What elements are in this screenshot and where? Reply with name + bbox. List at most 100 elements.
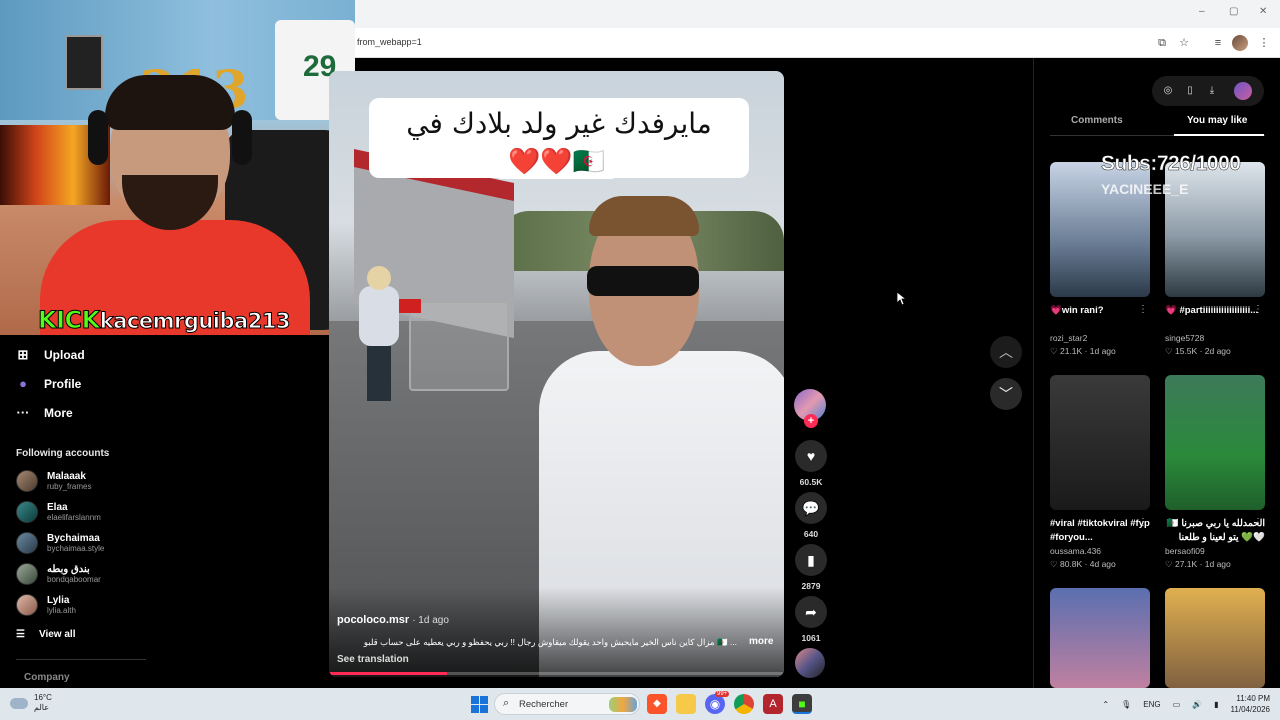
following-account[interactable]: Lylia lylia.alth (16, 594, 76, 616)
card-user[interactable]: bersaofi09 (1165, 546, 1265, 556)
chevron-up-icon[interactable]: ⌃ (1102, 700, 1109, 709)
install-app-icon[interactable]: ⧉ (1154, 35, 1170, 51)
minimize-button[interactable]: – (1199, 6, 1205, 17)
video-thumbnail[interactable] (1050, 375, 1150, 510)
browser-titlebar: – ▢ ✕ (355, 0, 1280, 28)
start-button[interactable] (469, 694, 489, 714)
like-action[interactable]: ♥ 60.5K (794, 440, 828, 487)
sidebar-item-more[interactable]: ··· More (16, 405, 73, 420)
network-icon[interactable]: ▭ (1173, 700, 1181, 709)
chrome-icon[interactable] (734, 694, 754, 714)
following-account[interactable]: Bychaimaa bychaimaa.style (16, 532, 104, 554)
weather-widget[interactable]: 16°C عالم (10, 693, 52, 713)
maximize-button[interactable]: ▢ (1229, 6, 1238, 17)
video-progress-bar[interactable] (329, 672, 784, 675)
adobe-icon[interactable]: A (763, 694, 783, 714)
comment-icon[interactable]: 💬 (795, 492, 827, 524)
kick-app-icon[interactable]: ■ (792, 694, 812, 714)
more-button[interactable]: more (749, 636, 773, 647)
volume-icon[interactable]: 🔊 (1192, 700, 1202, 709)
divider (16, 659, 146, 660)
video-thumbnail[interactable] (1165, 588, 1265, 688)
following-account[interactable]: Elaa elaelifarslannm (16, 501, 101, 523)
video-player[interactable]: مايرفدك غير ولد بلادك في غربتك ❤️❤️🇩🇿 po… (329, 71, 784, 677)
previous-video-button[interactable]: ︿ (990, 336, 1022, 368)
share-action[interactable]: ➦ 1061 (794, 596, 828, 643)
card-meta: ♡ 21.1K · 1d ago (1050, 346, 1116, 356)
kick-username: kacemrguiba213 (99, 309, 291, 334)
brave-browser-icon[interactable]: ◆ (647, 694, 667, 714)
active-tab-indicator (1174, 134, 1264, 136)
card-meta: ♡ 27.1K · 1d ago (1165, 559, 1231, 569)
following-account[interactable]: Malaaak ruby_frames (16, 470, 91, 492)
browser-profile-avatar[interactable] (1232, 35, 1248, 51)
following-account[interactable]: بندق وبطه bondqaboomar (16, 563, 101, 585)
video-thumbnail[interactable] (1165, 375, 1265, 510)
recommended-video-card[interactable]: الحمدلله يا ربي صبرنا 🇩🇿 🤍💚 يتو لعينا و … (1165, 375, 1265, 570)
cloud-icon (10, 697, 28, 709)
weather-desc: عالم (34, 703, 49, 712)
device-icon[interactable]: ▯ (1182, 83, 1198, 99)
weather-temp: 16°C (34, 693, 52, 702)
account-handle: elaelifarslannm (47, 512, 101, 522)
file-explorer-icon[interactable] (676, 694, 696, 714)
close-window-button[interactable]: ✕ (1259, 6, 1267, 17)
card-meta: ♡ 15.5K · 2d ago (1165, 346, 1231, 356)
sidebar-item-upload[interactable]: ⊞ Upload (16, 347, 85, 363)
sidebar-item-profile[interactable]: ● Profile (16, 376, 81, 391)
company-link[interactable]: Company (24, 672, 70, 683)
card-user[interactable]: rozi_star2 (1050, 333, 1150, 343)
video-thumbnail[interactable] (1050, 588, 1150, 688)
card-options-icon[interactable]: ⋮ (1138, 304, 1148, 315)
card-options-icon[interactable]: ⋮ (1253, 304, 1263, 315)
see-translation-button[interactable]: See translation (337, 654, 409, 665)
video-woman (359, 266, 399, 406)
language-indicator[interactable]: ENG (1143, 700, 1160, 709)
system-tray: ⌃ 🎙 ENG ▭ 🔊 ▮ 11:40 PM 11/04/2026 (1102, 688, 1270, 720)
battery-icon[interactable]: ▮ (1214, 700, 1218, 709)
view-all-button[interactable]: ☰ View all (16, 629, 75, 640)
tab-you-may-like[interactable]: You may like (1187, 115, 1247, 126)
account-name: Malaaak (47, 470, 86, 482)
address-bar[interactable]: from_webapp=1 ⧉ ☆ ≡ ⋮ (355, 28, 1280, 58)
tab-comments[interactable]: Comments (1071, 115, 1123, 126)
url-text[interactable]: from_webapp=1 (357, 37, 422, 47)
account-handle: bondqaboomar (47, 574, 101, 584)
browser-menu-icon[interactable]: ⋮ (1256, 35, 1272, 51)
taskbar-search[interactable]: ⌕ Rechercher (494, 693, 640, 715)
bookmark-star-icon[interactable]: ☆ (1176, 35, 1192, 51)
recommended-video-card[interactable]: #viral #tiktokviral #fyp #foryou... ouss… (1050, 375, 1150, 570)
card-options-icon[interactable]: ⋮ (1253, 517, 1263, 528)
card-options-icon[interactable]: ⋮ (1138, 517, 1148, 528)
chevron-up-icon: ︿ (999, 344, 1013, 360)
recommended-video-card[interactable] (1050, 588, 1150, 688)
follow-plus-icon[interactable]: + (804, 414, 818, 428)
subs-name-overlay: YACINEEE_E (1101, 181, 1189, 197)
share-icon[interactable]: ➦ (795, 596, 827, 628)
search-label: Rechercher (519, 699, 569, 710)
sidebar: ⊞ Upload ● Profile ··· More Following ac… (0, 335, 328, 688)
download-icon[interactable]: ⤓ (1204, 83, 1220, 99)
card-user[interactable]: oussama.436 (1050, 546, 1150, 556)
clock[interactable]: 11:40 PM 11/04/2026 (1231, 693, 1270, 715)
video-author[interactable]: pocoloco.msr · 1d ago (337, 614, 449, 626)
comment-action[interactable]: 💬 640 (794, 492, 828, 539)
music-disc-icon[interactable] (795, 648, 825, 678)
card-title: 💗win rani? (1050, 305, 1104, 316)
microphone-icon[interactable]: 🎙 (1121, 700, 1131, 709)
next-video-button[interactable]: ﹀ (990, 378, 1022, 410)
recommended-video-card[interactable] (1165, 588, 1265, 688)
author-name[interactable]: pocoloco.msr (337, 614, 409, 626)
overlay-emoji: ❤️❤️🇩🇿 (494, 143, 619, 179)
video-progress-fill (329, 672, 448, 675)
discord-icon[interactable]: ◉ (705, 694, 725, 714)
card-user[interactable]: singe5728 (1165, 333, 1265, 343)
save-action[interactable]: ▮ 2879 (794, 544, 828, 591)
speed-icon[interactable]: ◎ (1160, 83, 1176, 99)
mouse-cursor-icon (897, 292, 907, 306)
bookmark-icon[interactable]: ▮ (795, 544, 827, 576)
heart-icon[interactable]: ♥ (795, 440, 827, 472)
reading-list-icon[interactable]: ≡ (1210, 35, 1226, 51)
user-avatar[interactable] (1234, 82, 1252, 100)
view-all-label: View all (38, 629, 76, 640)
